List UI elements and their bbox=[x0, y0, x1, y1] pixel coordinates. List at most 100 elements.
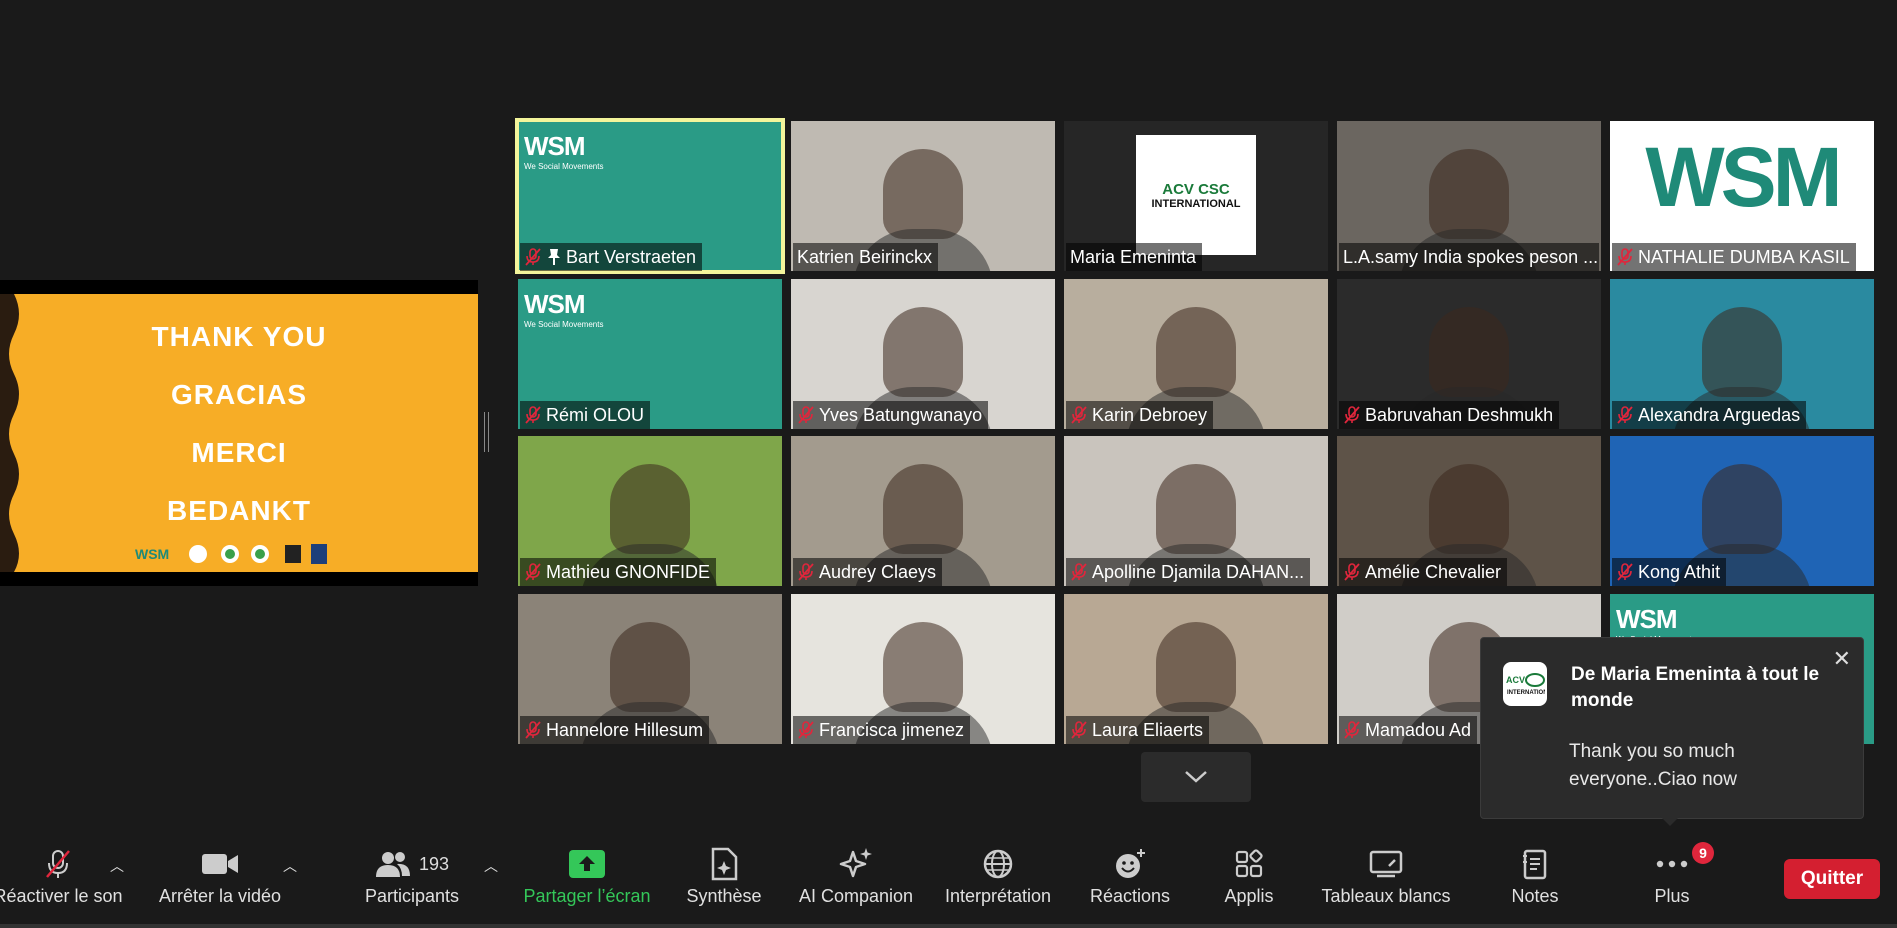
notes-icon bbox=[1523, 849, 1547, 880]
participant-video-silhouette bbox=[883, 464, 963, 554]
participant-tile[interactable]: Alexandra Arguedas bbox=[1610, 279, 1874, 429]
participants-label: Participants bbox=[364, 886, 460, 906]
slide-line-gracias: GRACIAS bbox=[170, 379, 308, 410]
participant-name-label: L.A.samy India spokes peson ... bbox=[1339, 243, 1599, 271]
participant-tile[interactable]: Laura Eliaerts bbox=[1064, 594, 1328, 744]
audio-options-caret[interactable]: ︿ bbox=[110, 856, 124, 876]
participant-video-silhouette bbox=[1429, 307, 1509, 397]
interpretation-label: Interprétation bbox=[944, 886, 1052, 906]
smiley-plus-icon bbox=[1116, 849, 1145, 878]
slide-line-thank-you: THANK YOU bbox=[151, 321, 327, 352]
participant-video-silhouette bbox=[883, 307, 963, 397]
participant-name-label: Amélie Chevalier bbox=[1339, 558, 1508, 586]
participant-video-silhouette bbox=[610, 464, 690, 554]
participant-name: Apolline Djamila DAHAN... bbox=[1092, 561, 1305, 582]
svg-text:ACV: ACV bbox=[1506, 675, 1525, 685]
video-options-caret[interactable]: ︿ bbox=[283, 856, 297, 876]
participant-name-label: Mathieu GNONFIDE bbox=[520, 558, 717, 586]
interpretation-button[interactable]: Interprétation bbox=[936, 836, 1060, 928]
participant-name: Babruvahan Deshmukh bbox=[1365, 404, 1554, 425]
chat-notification[interactable]: ✕ ACV INTERNATIONAL De Maria Emeninta à … bbox=[1480, 637, 1864, 819]
participant-tile[interactable]: L.A.samy India spokes peson ... bbox=[1337, 121, 1601, 271]
participant-name: L.A.samy India spokes peson ... bbox=[1343, 246, 1599, 267]
leave-meeting-button[interactable]: Quitter bbox=[1784, 859, 1880, 899]
participant-name: Audrey Claeys bbox=[819, 561, 937, 582]
whiteboards-button[interactable]: Tableaux blancs bbox=[1316, 836, 1456, 928]
microphone-muted-icon bbox=[525, 563, 541, 581]
participant-name: Karin Debroey bbox=[1092, 404, 1208, 425]
apps-label: Applis bbox=[1224, 886, 1274, 906]
share-screen-button[interactable]: Partager l’écran bbox=[518, 836, 656, 928]
slide-line-bedankt: BEDANKT bbox=[167, 495, 311, 526]
participant-tile[interactable]: Katrien Beirinckx bbox=[791, 121, 1055, 271]
taskbar-edge bbox=[0, 924, 1897, 928]
slide-line-merci: MERCI bbox=[191, 437, 287, 468]
notes-label: Notes bbox=[1511, 886, 1559, 906]
apps-button[interactable]: Applis bbox=[1216, 836, 1282, 928]
participant-tile[interactable]: WSM We Social Movements Rémi OLOU bbox=[518, 279, 782, 429]
wsm-logo: WSMWe Social Movements bbox=[524, 131, 604, 171]
participant-name-label: Rémi OLOU bbox=[520, 401, 651, 429]
reactions-button[interactable]: Réactions bbox=[1084, 836, 1176, 928]
participant-tile[interactable]: WSM NATHALIE DUMBA KASIL bbox=[1610, 121, 1874, 271]
stop-video-label: Arrêter la vidéo bbox=[158, 886, 282, 906]
microphone-muted-icon bbox=[1617, 563, 1633, 581]
shared-screen: THANK YOU GRACIAS MERCI BEDANKT WSM bbox=[0, 280, 478, 586]
ai-companion-button[interactable]: AI Companion bbox=[792, 836, 920, 928]
microphone-muted-icon bbox=[1071, 721, 1087, 739]
stop-video-button[interactable]: Arrêter la vidéo bbox=[148, 836, 292, 928]
acv-csc-logo-icon: ACV INTERNATIONAL bbox=[1506, 673, 1545, 696]
participant-name-label: Mamadou Ad bbox=[1339, 716, 1478, 744]
participant-name: Mamadou Ad bbox=[1365, 719, 1472, 740]
participant-name: Maria Emeninta bbox=[1070, 246, 1197, 267]
participant-name-label: NATHALIE DUMBA KASIL bbox=[1612, 243, 1856, 271]
participant-name-label: Kong Athit bbox=[1612, 558, 1727, 586]
summary-button[interactable]: Synthèse bbox=[680, 836, 768, 928]
whiteboards-label: Tableaux blancs bbox=[1321, 886, 1451, 906]
gallery-scroll-down-button[interactable] bbox=[1141, 752, 1251, 802]
participant-tile[interactable]: WSM We Social Movements Bart Verstraeten bbox=[515, 118, 785, 274]
participants-button[interactable]: 193 Participants bbox=[360, 836, 464, 928]
more-dots-icon bbox=[1656, 860, 1688, 868]
meeting-toolbar: Réactiver le son ︿ Arrêter la vidéo ︿ 19… bbox=[0, 836, 1897, 928]
participant-tile[interactable]: Hannelore Hillesum bbox=[518, 594, 782, 744]
participant-name: Yves Batungwanayo bbox=[819, 404, 983, 425]
participant-name-label: Yves Batungwanayo bbox=[793, 401, 989, 429]
microphone-muted-icon bbox=[1344, 406, 1360, 424]
participant-tile[interactable]: Apolline Djamila DAHAN... bbox=[1064, 436, 1328, 586]
participant-tile[interactable]: Yves Batungwanayo bbox=[791, 279, 1055, 429]
microphone-muted-icon bbox=[525, 248, 541, 266]
participant-name-label: Babruvahan Deshmukh bbox=[1339, 401, 1560, 429]
participant-name: Kong Athit bbox=[1638, 561, 1721, 582]
wsm-logo: WSMWe Social Movements bbox=[524, 289, 604, 329]
participant-name-label: Laura Eliaerts bbox=[1066, 716, 1210, 744]
participant-video-silhouette bbox=[883, 622, 963, 712]
participant-tile[interactable]: Kong Athit bbox=[1610, 436, 1874, 586]
participant-video-silhouette bbox=[1156, 622, 1236, 712]
split-resize-handle[interactable] bbox=[484, 412, 489, 452]
participant-tile[interactable]: Francisca jimenez bbox=[791, 594, 1055, 744]
participant-tile[interactable]: Karin Debroey bbox=[1064, 279, 1328, 429]
notes-button[interactable]: Notes bbox=[1500, 836, 1570, 928]
microphone-muted-icon bbox=[1344, 721, 1360, 739]
participant-name-label: Bart Verstraeten bbox=[520, 243, 703, 271]
participant-tile[interactable]: Mathieu GNONFIDE bbox=[518, 436, 782, 586]
ai-companion-label: AI Companion bbox=[798, 886, 914, 906]
participant-name: Rémi OLOU bbox=[546, 404, 645, 425]
microphone-muted-icon bbox=[798, 406, 814, 424]
participant-name: Bart Verstraeten bbox=[566, 246, 697, 267]
participant-tile[interactable]: Audrey Claeys bbox=[791, 436, 1055, 586]
microphone-muted-icon bbox=[798, 721, 814, 739]
unmute-button[interactable]: Réactiver le son bbox=[0, 836, 124, 928]
ai-sparkle-icon bbox=[839, 848, 872, 878]
participants-icon bbox=[375, 852, 410, 877]
share-screen-label: Partager l’écran bbox=[523, 886, 651, 906]
participant-tile[interactable]: Amélie Chevalier bbox=[1337, 436, 1601, 586]
participant-tile[interactable]: ACV CSC INTERNATIONAL Maria Emeninta bbox=[1064, 121, 1328, 271]
participant-name: Francisca jimenez bbox=[819, 719, 965, 740]
participant-name-label: Francisca jimenez bbox=[793, 716, 971, 744]
share-screen-icon bbox=[569, 850, 605, 878]
participant-video-silhouette bbox=[1702, 307, 1782, 397]
participant-tile[interactable]: Babruvahan Deshmukh bbox=[1337, 279, 1601, 429]
participants-options-caret[interactable]: ︿ bbox=[484, 856, 498, 876]
